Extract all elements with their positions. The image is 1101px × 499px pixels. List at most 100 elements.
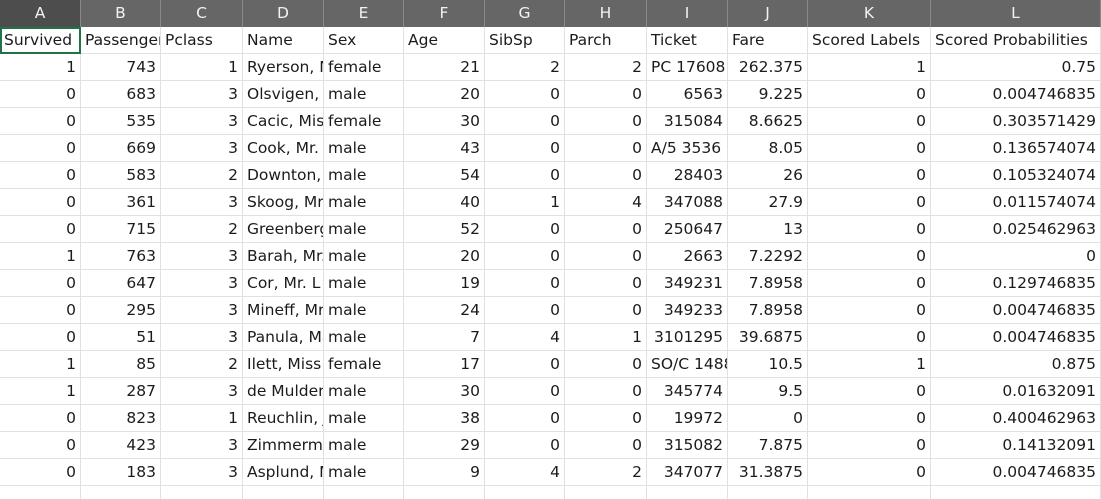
cell-a[interactable]: 0 [0,405,81,432]
cell-c[interactable]: 3 [161,81,243,108]
cell-c[interactable] [161,486,243,499]
column-header-f[interactable]: F [404,0,485,27]
cell-g[interactable]: 0 [485,243,565,270]
cell-l[interactable]: 0.136574074 [931,135,1101,162]
cell-b[interactable]: 647 [81,270,161,297]
header-cell-k[interactable]: Scored Labels [808,27,931,54]
cell-b[interactable]: 51 [81,324,161,351]
cell-c[interactable]: 2 [161,216,243,243]
cell-h[interactable]: 0 [565,432,647,459]
cell-a[interactable]: 0 [0,270,81,297]
cell-c[interactable]: 1 [161,54,243,81]
cell-f[interactable]: 29 [404,432,485,459]
cell-h[interactable]: 0 [565,216,647,243]
cell-k[interactable]: 1 [808,54,931,81]
cell-l[interactable]: 0.01632091 [931,378,1101,405]
cell-e[interactable]: male [324,297,404,324]
header-cell-b[interactable]: PassengerId [81,27,161,54]
cell-l[interactable]: 0.011574074 [931,189,1101,216]
cell-g[interactable] [485,486,565,499]
column-header-d[interactable]: D [243,0,324,27]
cell-k[interactable]: 0 [808,81,931,108]
cell-k[interactable]: 0 [808,189,931,216]
cell-e[interactable]: male [324,378,404,405]
cell-k[interactable]: 0 [808,378,931,405]
cell-k[interactable]: 0 [808,162,931,189]
cell-h[interactable]: 0 [565,297,647,324]
cell-f[interactable]: 20 [404,243,485,270]
cell-e[interactable]: female [324,54,404,81]
cell-h[interactable]: 0 [565,135,647,162]
cell-c[interactable]: 3 [161,378,243,405]
cell-j[interactable]: 9.225 [728,81,808,108]
cell-i[interactable]: 3101295 [647,324,728,351]
cell-k[interactable]: 0 [808,459,931,486]
cell-l[interactable]: 0.14132091 [931,432,1101,459]
cell-l[interactable] [931,486,1101,499]
cell-d[interactable]: Downton, Mr. [243,162,324,189]
cell-i[interactable]: 347077 [647,459,728,486]
cell-b[interactable]: 583 [81,162,161,189]
cell-f[interactable]: 30 [404,108,485,135]
cell-d[interactable]: Reuchlin, Jonkheer [243,405,324,432]
header-cell-h[interactable]: Parch [565,27,647,54]
cell-d[interactable]: Zimmerman, Mr. [243,432,324,459]
header-cell-j[interactable]: Fare [728,27,808,54]
cell-d[interactable]: Skoog, Mr. [243,189,324,216]
cell-l[interactable]: 0.400462963 [931,405,1101,432]
cell-a[interactable]: 0 [0,108,81,135]
cell-a[interactable]: 1 [0,54,81,81]
cell-a[interactable]: 0 [0,459,81,486]
cell-b[interactable]: 535 [81,108,161,135]
cell-i[interactable]: PC 17608 [647,54,728,81]
cell-f[interactable]: 20 [404,81,485,108]
cell-a[interactable]: 0 [0,216,81,243]
cell-j[interactable]: 10.5 [728,351,808,378]
cell-c[interactable]: 3 [161,324,243,351]
cell-h[interactable]: 0 [565,378,647,405]
cell-k[interactable]: 0 [808,243,931,270]
cell-c[interactable]: 3 [161,270,243,297]
cell-b[interactable]: 683 [81,81,161,108]
cell-l[interactable]: 0.004746835 [931,297,1101,324]
cell-h[interactable]: 0 [565,351,647,378]
cell-j[interactable]: 31.3875 [728,459,808,486]
cell-g[interactable]: 0 [485,351,565,378]
cell-e[interactable]: male [324,189,404,216]
cell-b[interactable]: 743 [81,54,161,81]
cell-d[interactable] [243,486,324,499]
cell-c[interactable]: 3 [161,108,243,135]
cell-k[interactable]: 0 [808,135,931,162]
cell-d[interactable]: Mineff, Mr. [243,297,324,324]
column-header-i[interactable]: I [647,0,728,27]
cell-e[interactable]: male [324,216,404,243]
cell-a[interactable]: 0 [0,81,81,108]
cell-b[interactable]: 763 [81,243,161,270]
cell-b[interactable]: 361 [81,189,161,216]
cell-d[interactable]: Ilett, Miss [243,351,324,378]
cell-j[interactable]: 9.5 [728,378,808,405]
cell-a[interactable]: 1 [0,351,81,378]
cell-h[interactable]: 2 [565,54,647,81]
cell-g[interactable]: 1 [485,189,565,216]
cell-d[interactable]: Greenberg, Mr. [243,216,324,243]
cell-i[interactable]: 315082 [647,432,728,459]
cell-j[interactable]: 262.375 [728,54,808,81]
cell-h[interactable]: 0 [565,162,647,189]
cell-l[interactable]: 0.303571429 [931,108,1101,135]
cell-i[interactable]: 2663 [647,243,728,270]
header-cell-a[interactable]: Survived [0,27,81,54]
cell-g[interactable]: 0 [485,135,565,162]
column-header-e[interactable]: E [324,0,404,27]
cell-a[interactable] [0,486,81,499]
cell-c[interactable]: 3 [161,297,243,324]
cell-f[interactable]: 43 [404,135,485,162]
cell-j[interactable] [728,486,808,499]
cell-i[interactable]: A/5 3536 [647,135,728,162]
cell-f[interactable]: 38 [404,405,485,432]
cell-j[interactable]: 8.05 [728,135,808,162]
cell-e[interactable]: male [324,324,404,351]
cell-f[interactable]: 52 [404,216,485,243]
cell-e[interactable]: male [324,135,404,162]
cell-d[interactable]: Olsvigen, Mr. [243,81,324,108]
